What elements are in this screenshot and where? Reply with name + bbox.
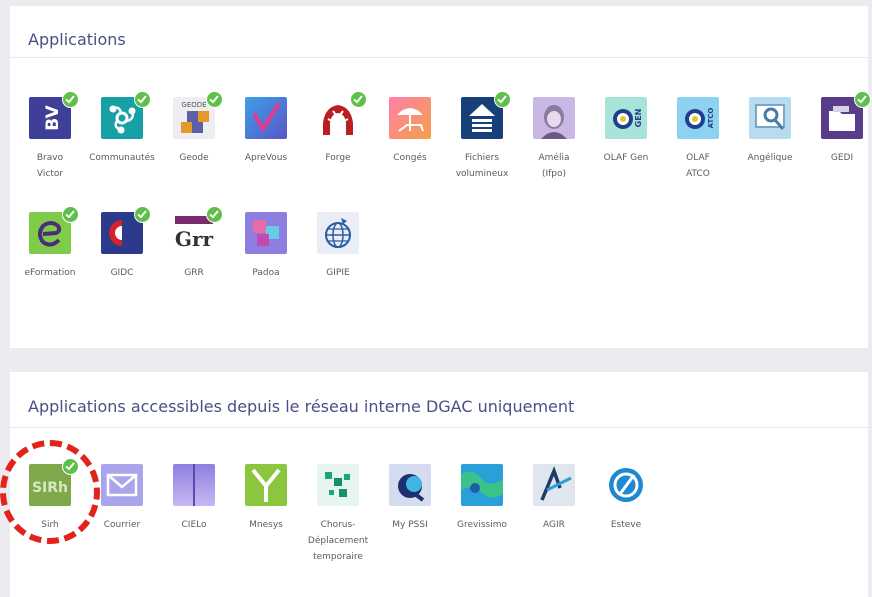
check-icon xyxy=(134,91,151,108)
applications-panel: Applications BV Bravo Victor Communautés… xyxy=(10,6,871,348)
agir-icon xyxy=(533,464,575,506)
check-icon xyxy=(206,91,223,108)
my-pssi-icon xyxy=(389,464,431,506)
atco-tile-text: ATCO xyxy=(707,108,715,129)
chorus-icon xyxy=(317,464,359,506)
check-icon xyxy=(62,206,79,223)
olaf-atco-icon: ATCO xyxy=(677,97,719,139)
app-label: Esteve xyxy=(610,520,642,530)
check-icon xyxy=(62,91,79,108)
amelia-icon xyxy=(533,97,575,139)
aprevous-icon xyxy=(245,97,287,139)
gipie-icon xyxy=(317,212,359,254)
grevissimo-icon xyxy=(461,464,503,506)
gen-tile-text: GEN xyxy=(634,109,643,128)
padoa-icon xyxy=(245,212,287,254)
esteve-icon xyxy=(605,464,647,506)
check-icon xyxy=(494,91,511,108)
applications-title: Applications xyxy=(28,30,126,49)
section-divider xyxy=(10,427,868,428)
conges-icon xyxy=(389,97,431,139)
olaf-gen-icon: GEN xyxy=(605,97,647,139)
internal-applications-panel: Applications accessibles depuis le résea… xyxy=(10,372,868,597)
cielo-icon xyxy=(173,464,215,506)
app-label: GIPIE xyxy=(326,268,350,278)
sirh-tile-text: SIRh xyxy=(32,480,68,496)
mnesys-icon xyxy=(245,464,287,506)
grr-tile-text: Grr xyxy=(175,227,214,251)
section-divider xyxy=(10,57,868,58)
courrier-icon xyxy=(101,464,143,506)
check-icon xyxy=(206,206,223,223)
internal-applications-title: Applications accessibles depuis le résea… xyxy=(28,397,575,416)
angelique-icon xyxy=(749,97,791,139)
check-icon xyxy=(350,91,367,108)
check-icon xyxy=(854,91,871,108)
app-label: GEDI xyxy=(830,153,854,163)
check-icon xyxy=(62,458,79,475)
check-icon xyxy=(134,206,151,223)
bv-tile-text: BV xyxy=(43,104,63,130)
geode-tile-text: GEODE xyxy=(181,101,206,109)
